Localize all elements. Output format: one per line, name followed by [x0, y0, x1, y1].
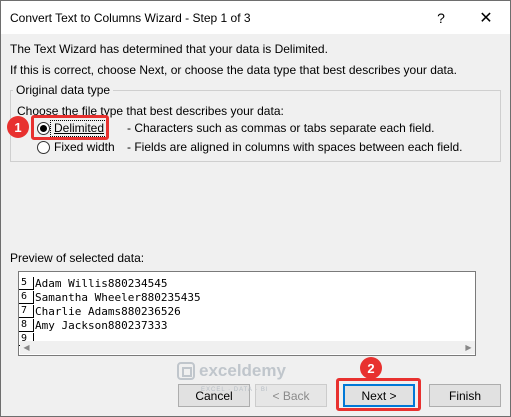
watermark-logo-icon — [177, 362, 195, 380]
callout-1: 1 — [7, 116, 29, 138]
finish-button[interactable]: Finish — [429, 384, 501, 407]
title-bar: Convert Text to Columns Wizard - Step 1 … — [1, 1, 510, 34]
highlight-box-next — [336, 378, 421, 411]
group-title: Original data type — [13, 83, 114, 97]
preview-row: Samantha Wheeler880235435 — [35, 291, 201, 304]
close-icon[interactable]: ✕ — [464, 1, 508, 34]
help-icon[interactable]: ? — [419, 1, 463, 34]
scroll-left-icon[interactable]: ◀ — [20, 341, 33, 354]
horizontal-scrollbar[interactable]: ◀ ▶ — [20, 341, 475, 354]
preview-row: Adam Willis880234545 — [35, 277, 168, 290]
data-preview[interactable]: 5 Adam Willis880234545 6 Samantha Wheele… — [18, 271, 476, 356]
preview-label: Preview of selected data: — [10, 251, 145, 265]
row-number: 7 — [19, 305, 34, 318]
wizard-dialog: Convert Text to Columns Wizard - Step 1 … — [0, 0, 511, 417]
watermark: exceldemy — [177, 361, 286, 381]
watermark-name: exceldemy — [199, 361, 286, 380]
intro-line-1: The Text Wizard has determined that your… — [10, 42, 328, 56]
row-number: 8 — [19, 319, 34, 332]
preview-row: Charlie Adams880236526 — [35, 305, 181, 318]
preview-row: Amy Jackson880237333 — [35, 319, 168, 332]
callout-2: 2 — [360, 357, 382, 379]
radio-button-unchecked[interactable] — [37, 140, 50, 154]
delimited-description: - Characters such as commas or tabs sepa… — [127, 121, 435, 135]
row-number: 5 — [19, 277, 34, 290]
highlight-box-delimited — [31, 115, 109, 140]
radio-label-fixed-width: Fixed width — [54, 140, 115, 154]
dialog-title: Convert Text to Columns Wizard - Step 1 … — [10, 11, 251, 25]
intro-line-2: If this is correct, choose Next, or choo… — [10, 63, 457, 77]
watermark-tagline: EXCEL · DATA · BI — [201, 387, 269, 393]
row-number: 6 — [19, 291, 34, 304]
scroll-right-icon[interactable]: ▶ — [462, 341, 475, 354]
radio-fixed-width[interactable]: Fixed width — [37, 139, 115, 155]
fixed-width-description: - Fields are aligned in columns with spa… — [127, 140, 463, 154]
